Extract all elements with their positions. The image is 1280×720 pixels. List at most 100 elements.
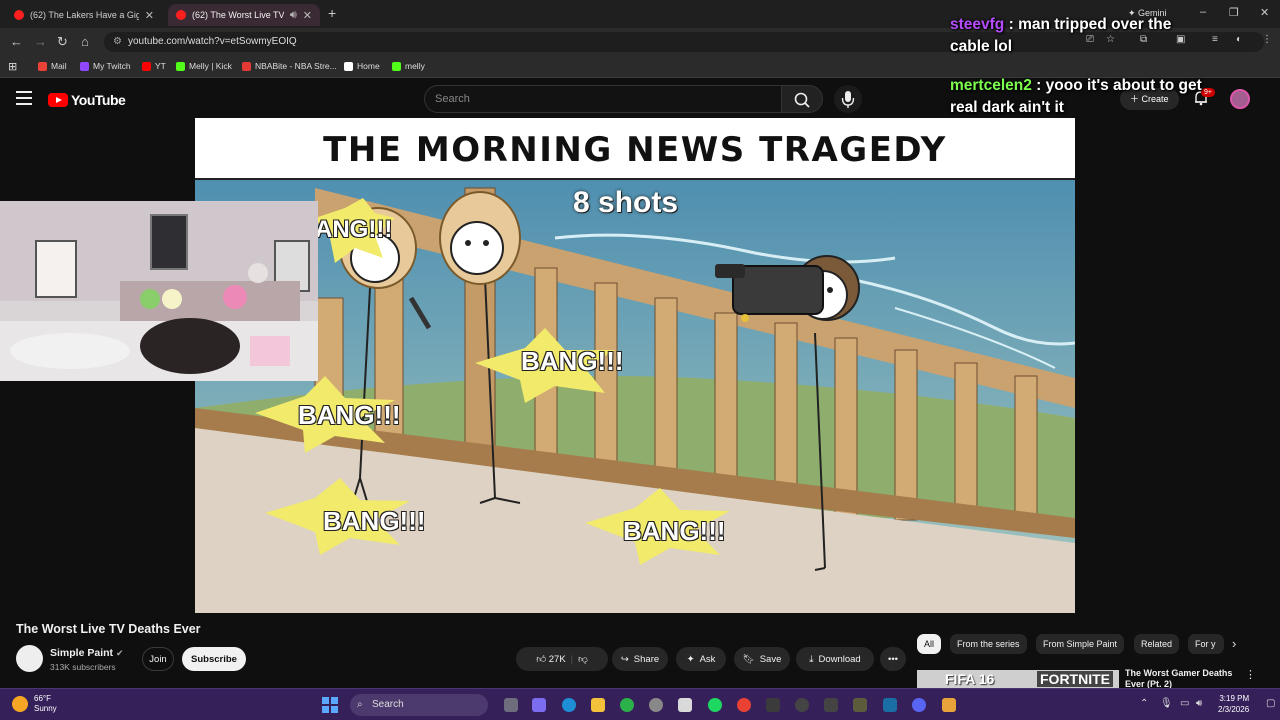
site-info-icon[interactable]: ⚙ [113,32,122,52]
taskbar-clock[interactable]: 3:19 PM 2/3/2026 [1218,693,1249,715]
browser-tab-active[interactable]: (62) The Worst Live TV Dea 🔊︎ ✕ [168,4,320,26]
copilot-icon[interactable] [532,698,546,712]
user-avatar[interactable] [1230,89,1250,109]
close-tab-icon[interactable]: ✕ [145,9,154,22]
sun-icon [12,696,28,712]
chevron-up-icon[interactable]: ⌃ [1140,698,1148,709]
tab-title: (62) The Worst Live TV Dea [192,10,284,20]
url-text: youtube.com/watch?v=etSowmyEOIQ [128,36,297,47]
terminal-icon[interactable] [824,698,838,712]
taskbar-search[interactable]: ⌕ Search [350,694,488,716]
bookmark-item[interactable]: Home [344,61,380,71]
more-actions-button[interactable]: ••• [880,647,906,671]
media-player-icon[interactable] [795,698,809,712]
divider: | [570,653,574,665]
calculator-icon[interactable] [678,698,692,712]
channel-avatar[interactable] [16,645,43,672]
kebab-menu-icon[interactable]: ⋮ [1245,668,1256,681]
weather-widget[interactable]: 66°F Sunny [12,694,57,714]
bookmark-item[interactable]: melly [392,61,425,71]
like-button[interactable]: 👍︎ 27K [536,653,565,665]
home-icon[interactable]: ⌂ [81,34,89,49]
windows-start-icon[interactable] [322,697,338,713]
webcam-feed [0,201,318,381]
gmail-icon [38,61,47,71]
close-window-icon[interactable]: ✕ [1260,6,1269,19]
chip-from-simple-paint[interactable]: From Simple Paint [1036,634,1125,654]
bookmark-label: Melly | Kick [189,61,232,71]
reload-icon[interactable]: ↻ [57,34,68,50]
video-player[interactable]: THE MORNING NEWS TRAGEDY 8 shots ANG!!! … [195,118,1075,613]
volume-icon[interactable]: 🔊︎ [1196,698,1202,709]
channel-name[interactable]: Simple Paint ✔ [50,647,123,659]
network-icon[interactable]: ▭ [1180,698,1189,709]
video-title: The Worst Live TV Deaths Ever [16,622,201,636]
bookmark-item[interactable]: NBABite - NBA Stre... [242,61,337,71]
verified-badge-icon: ✔ [115,648,124,658]
share-button[interactable]: ↪ Share [612,647,668,671]
chip-related[interactable]: Related [1134,634,1180,654]
apps-grid-icon[interactable]: ⊞ [8,60,17,73]
speaker-icon[interactable]: 🔊︎ [290,9,297,22]
hamburger-menu-icon[interactable] [16,91,32,105]
chip-all[interactable]: All [917,634,942,654]
recommendation-thumbnail[interactable]: FIFA 16 FORTNITE [917,670,1119,690]
app-icon[interactable] [942,698,956,712]
search-input[interactable]: Search [424,85,782,113]
new-tab-button[interactable]: + [328,5,336,21]
close-tab-icon[interactable]: ✕ [303,9,312,22]
join-button[interactable]: Join [142,647,174,671]
download-label: Download [818,653,861,665]
thumb-label: FORTNITE [1037,671,1113,687]
steam-icon[interactable] [883,698,897,712]
bookmark-item[interactable]: YT [142,61,166,71]
back-arrow-icon[interactable]: ← [10,34,23,49]
search-button[interactable] [781,85,823,113]
spotify-icon[interactable] [708,698,722,712]
windows-taskbar: 66°F Sunny ⌕ Search ⌃ 🎙︎ ▭ 🔊︎ 3:19 PM 2/… [0,688,1280,720]
chip-from-the-series[interactable]: From the series [950,634,1027,654]
like-dislike-group: 👍︎ 27K | 👎︎ [516,647,608,671]
chrome-icon[interactable] [737,698,751,712]
task-view-icon[interactable] [504,698,518,712]
bookmark-item[interactable]: Melly | Kick [176,61,232,71]
kebab-menu-icon[interactable]: ⋮ [1262,34,1272,45]
bookmark-item[interactable]: My Twitch [80,61,131,71]
xbox-icon[interactable] [620,698,634,712]
ask-button[interactable]: ✦ Ask [676,647,726,671]
bookmark-item[interactable]: Mail [38,61,67,71]
subscribe-button[interactable]: Subscribe [182,647,246,671]
download-button[interactable]: ⤓ Download [796,647,874,671]
discord-icon[interactable] [912,698,926,712]
settings-icon[interactable] [649,698,663,712]
menu-icon[interactable]: ≡ [1212,34,1218,45]
video-caption: 8 shots [573,186,679,219]
bookmark-icon: 🔖︎ [742,653,755,665]
microphone-tray-icon[interactable]: 🎙︎ [1160,698,1173,709]
maximize-icon[interactable]: ❐ [1229,6,1239,19]
streaming-app-icon[interactable] [766,698,780,712]
save-label: Save [759,653,782,665]
download-icon: ⤓ [809,653,814,665]
microphone-button[interactable] [834,85,862,113]
youtube-logo[interactable]: YouTube [48,92,126,108]
profile-icon[interactable]: ◐ [1236,34,1242,45]
app-icon[interactable] [853,698,867,712]
search-icon [794,92,810,108]
file-explorer-icon[interactable] [591,698,605,712]
notification-icon[interactable]: ▢ [1266,698,1275,709]
browser-tab[interactable]: (62) The Lakers Have a Gigantic ✕ [6,4,162,26]
dislike-button[interactable]: 👎︎ [578,653,588,665]
forward-arrow-icon[interactable]: → [34,34,47,49]
chat-message: mertcelen2 : yooo it's about to get real… [950,77,1202,116]
weather-temp: 66°F [34,694,51,703]
weather-desc: Sunny [34,704,57,713]
edge-icon[interactable] [562,698,576,712]
join-label: Join [149,653,167,665]
bang-text: BANG!!! [298,400,401,430]
kick-icon [392,61,401,71]
chip-for-you[interactable]: For y [1188,634,1224,654]
recommendation-title[interactable]: The Worst Gamer Deaths Ever (Pt. 2) [1125,668,1235,690]
save-button[interactable]: 🔖︎ Save [734,647,790,671]
chevron-right-icon[interactable]: › [1232,636,1236,651]
